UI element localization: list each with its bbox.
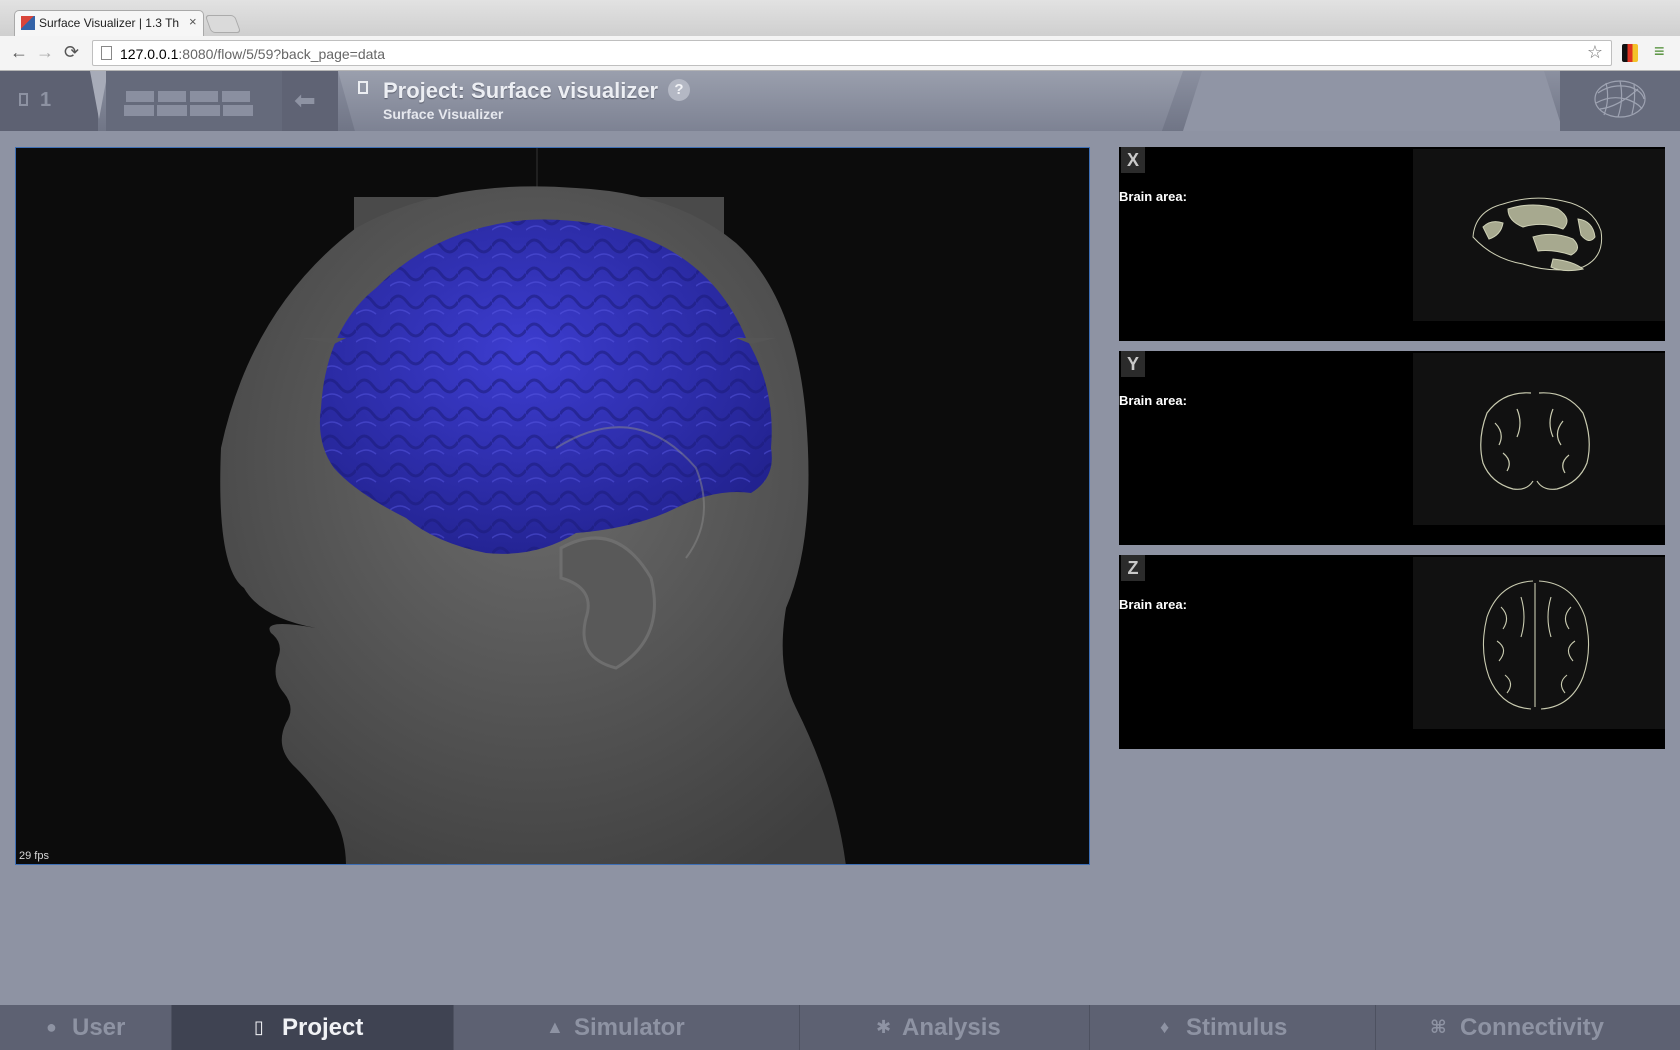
grid-cell-icon [126, 91, 154, 102]
header-spacer [1183, 71, 1563, 131]
grid-cell-icon [190, 91, 218, 102]
grid-cell-icon [157, 105, 187, 116]
slice-panel-x: X Brain area: [1119, 147, 1665, 341]
nav-analysis[interactable]: ✱ Analysis [800, 1005, 1090, 1050]
bookmark-star-icon[interactable]: ☆ [1587, 42, 1603, 63]
browser-tab-bar: Surface Visualizer | 1.3 Th × [0, 0, 1680, 36]
back-arrow-icon: ⬅ [294, 85, 316, 115]
nav-label: User [72, 1014, 126, 1041]
menu-icon[interactable]: ≡ [1654, 41, 1665, 62]
grid-cell-icon [158, 91, 186, 102]
counter-value: 1 [40, 89, 52, 111]
user-icon: ● [46, 1017, 57, 1037]
help-icon[interactable]: ? [668, 79, 690, 101]
page-subtitle: Surface Visualizer [383, 106, 504, 122]
grid-cell-icon [190, 105, 220, 116]
nav-user[interactable]: ● User [0, 1005, 172, 1050]
grid-cell-icon [222, 91, 250, 102]
back-button[interactable]: ⬅ [282, 71, 338, 131]
logo-area[interactable] [1560, 71, 1680, 131]
tab-close-icon[interactable]: × [189, 14, 197, 29]
gear-icon: ✱ [876, 1017, 892, 1037]
back-icon[interactable]: ← [10, 42, 28, 63]
grid-cell-icon [223, 105, 253, 116]
document-icon [358, 81, 368, 94]
url-text[interactable]: 127.0.0.1:8080/flow/5/59?back_page=data [120, 46, 385, 62]
sagittal-slice [1472, 197, 1603, 272]
page-icon [101, 46, 112, 60]
brain-area-label: Brain area: [1119, 597, 1187, 612]
axis-badge-x[interactable]: X [1121, 147, 1145, 173]
url-host: 127.0.0.1 [120, 46, 179, 62]
address-bar[interactable]: 127.0.0.1:8080/flow/5/59?back_page=data … [92, 40, 1612, 66]
brain-logo-icon [1594, 80, 1646, 118]
axis-badge-y[interactable]: Y [1121, 351, 1145, 377]
network-icon: ⌘ [1430, 1017, 1447, 1037]
pin-icon: ♦ [1160, 1017, 1170, 1037]
nav-simulator[interactable]: ▲ Simulator [454, 1005, 800, 1050]
rocket-icon: ▲ [546, 1017, 564, 1037]
axial-slice-view[interactable] [1413, 557, 1665, 729]
title-block: Project: Surface visualizer ? Surface Vi… [338, 71, 1183, 131]
tab-title: Surface Visualizer | 1.3 Th [39, 16, 180, 30]
browser-tab[interactable]: Surface Visualizer | 1.3 Th × [14, 10, 204, 36]
axial-slice [1482, 580, 1590, 710]
brain-area-label: Brain area: [1119, 393, 1187, 408]
nav-label: Stimulus [1186, 1014, 1288, 1041]
extension-icon[interactable] [1622, 44, 1638, 62]
browser-toolbar: ← → ⟳ 127.0.0.1:8080/flow/5/59?back_page… [0, 36, 1680, 71]
coronal-slice-view[interactable] [1413, 353, 1665, 525]
project-counter[interactable]: 1 [0, 71, 98, 131]
new-tab-button[interactable] [204, 15, 242, 33]
grid-cell-icon [124, 105, 154, 116]
grid-navigation[interactable] [106, 71, 282, 131]
nav-label: Connectivity [1460, 1014, 1605, 1041]
slice-panel-y: Y Brain area: [1119, 351, 1665, 545]
surface-canvas[interactable]: 29 fps [15, 147, 1090, 865]
nav-project[interactable]: ▯ Project [172, 1005, 454, 1050]
axis-badge-z[interactable]: Z [1121, 555, 1145, 581]
page-title: Project: Surface visualizer [383, 78, 659, 103]
forward-icon[interactable]: → [36, 42, 54, 63]
app-header: 1 ⬅ Project: Surface visualizer ? Surfac… [0, 71, 1680, 131]
coronal-slice [1480, 392, 1590, 490]
head-brain-render [220, 148, 846, 864]
brain-area-label: Brain area: [1119, 189, 1187, 204]
sagittal-slice-view[interactable] [1413, 149, 1665, 321]
slice-panel-z: Z Brain area: [1119, 555, 1665, 749]
reload-icon[interactable]: ⟳ [64, 42, 79, 63]
document-icon: ▯ [254, 1017, 264, 1037]
nav-label: Simulator [574, 1014, 685, 1041]
fps-counter: 29 fps [19, 850, 49, 862]
url-path: :8080/flow/5/59?back_page=data [178, 46, 386, 62]
favicon-icon [21, 16, 35, 30]
document-icon [19, 93, 28, 106]
nav-stimulus[interactable]: ♦ Stimulus [1090, 1005, 1376, 1050]
bottom-navigation: ● User ▯ Project ▲ Simulator ✱ Analysis … [0, 1005, 1680, 1050]
nav-connectivity[interactable]: ⌘ Connectivity [1376, 1005, 1680, 1050]
nav-label: Analysis [902, 1014, 1001, 1041]
nav-label: Project [282, 1014, 364, 1041]
